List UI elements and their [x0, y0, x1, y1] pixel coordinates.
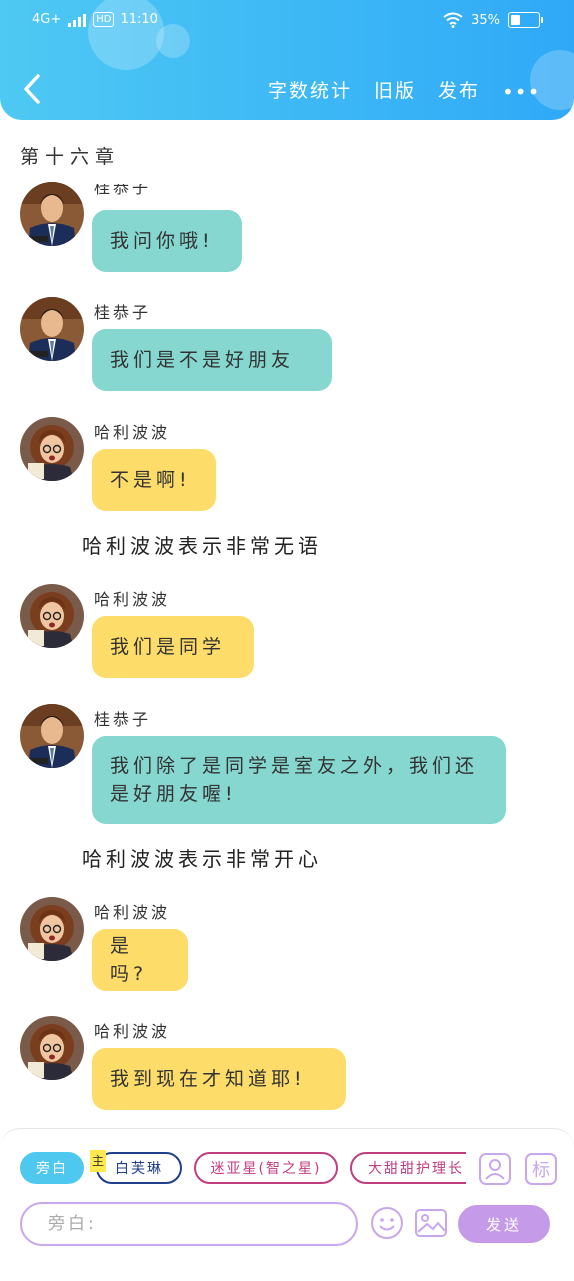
girl-avatar-icon[interactable]: [20, 897, 84, 961]
role-chip[interactable]: 白芙琳: [96, 1152, 182, 1184]
status-bar: 4G+ HD 11:10 35%: [0, 8, 574, 36]
boy-avatar-icon[interactable]: [20, 704, 84, 768]
more-icon: •••: [502, 80, 541, 104]
role-chip-narration[interactable]: 旁白: [20, 1152, 84, 1184]
message-bubble[interactable]: 是吗?: [92, 929, 188, 991]
speaker-name: 哈利波波: [94, 590, 171, 609]
message-text: 我到现在才知道耶!: [110, 1068, 306, 1090]
old-version-button[interactable]: 旧版: [374, 76, 416, 103]
message-text: 是吗?: [110, 935, 148, 985]
chevron-left-icon: [24, 74, 40, 104]
message-bubble[interactable]: 我们是不是好朋友: [92, 329, 332, 391]
battery-percent: 35%: [471, 12, 500, 28]
message-text: 我问你哦!: [110, 230, 214, 252]
image-icon[interactable]: [414, 1206, 448, 1240]
message-bubble[interactable]: 我问你哦!: [92, 210, 242, 272]
svg-text:标: 标: [532, 1160, 550, 1181]
message-text: 我们除了是同学是室友之外，我们还是好朋友喔!: [110, 755, 479, 805]
app-header: 4G+ HD 11:10 35% 字数统计 旧版 发布 •••: [0, 0, 574, 120]
message-text: 我们是不是好朋友: [110, 349, 295, 371]
narration-text[interactable]: 哈利波波表示非常无语: [82, 530, 322, 559]
clock: 11:10: [120, 12, 158, 27]
speaker-name: 哈利波波: [94, 1022, 171, 1041]
chat-message: 哈利波波 是吗?: [20, 897, 540, 992]
emoji-icon[interactable]: [370, 1206, 404, 1240]
speaker-name: 桂恭子: [94, 178, 152, 197]
signal-icon: [68, 13, 87, 27]
girl-avatar-icon[interactable]: [20, 1016, 84, 1080]
girl-avatar-icon[interactable]: [20, 584, 84, 648]
network-label: 4G+: [32, 12, 62, 27]
role-chip[interactable]: 大甜甜护理长: [350, 1152, 466, 1184]
more-button[interactable]: •••: [502, 80, 540, 104]
chat-message: 哈利波波 我到现在才知道耶!: [20, 1016, 540, 1111]
word-count-button[interactable]: 字数统计: [268, 76, 352, 103]
tag-icon: 标: [532, 1160, 550, 1181]
role-selector: 旁白 白芙琳 主 迷亚星(智之星) 大甜甜护理长: [20, 1150, 466, 1190]
chat-message: 哈利波波 我们是同学: [20, 584, 540, 679]
publish-button[interactable]: 发布: [438, 76, 480, 103]
header-actions: 字数统计 旧版 发布: [268, 76, 480, 103]
speaker-name: 桂恭子: [94, 710, 152, 729]
speaker-name: 哈利波波: [94, 903, 171, 922]
boy-avatar-icon[interactable]: [20, 182, 84, 246]
role-chip[interactable]: 迷亚星(智之星): [194, 1152, 338, 1184]
narration-text[interactable]: 哈利波波表示非常开心: [82, 843, 322, 872]
boy-avatar-icon[interactable]: [20, 297, 84, 361]
character-icon: [485, 1159, 505, 1180]
message-bubble[interactable]: 不是啊!: [92, 449, 216, 511]
battery-icon: [508, 12, 543, 28]
message-bubble[interactable]: 我们除了是同学是室友之外，我们还是好朋友喔!: [92, 736, 506, 824]
chat-message: 桂恭子 我问你哦!: [20, 190, 540, 272]
send-button[interactable]: 发送: [458, 1205, 550, 1243]
chapter-title: 第十六章: [20, 146, 121, 168]
chat-message: 桂恭子 我们是不是好朋友: [20, 297, 540, 392]
wifi-icon: [443, 12, 463, 28]
message-bubble[interactable]: 我们是同学: [92, 616, 254, 678]
character-button[interactable]: [479, 1153, 511, 1185]
speaker-name: 桂恭子: [94, 303, 152, 322]
chat-message: 桂恭子 我们除了是同学是室友之外，我们还是好朋友喔!: [20, 704, 540, 826]
speaker-name: 哈利波波: [94, 423, 171, 442]
tag-button[interactable]: 标: [525, 1153, 557, 1185]
chat-message: 哈利波波 不是啊!: [20, 417, 540, 512]
main-role-tag: 主: [90, 1150, 106, 1172]
message-text: 不是啊!: [110, 469, 191, 491]
back-button[interactable]: [18, 70, 48, 110]
girl-avatar-icon[interactable]: [20, 417, 84, 481]
message-text: 我们是同学: [110, 636, 226, 658]
message-bubble[interactable]: 我到现在才知道耶!: [92, 1048, 346, 1110]
hd-badge: HD: [93, 12, 115, 27]
message-input[interactable]: 旁白:: [20, 1202, 358, 1246]
